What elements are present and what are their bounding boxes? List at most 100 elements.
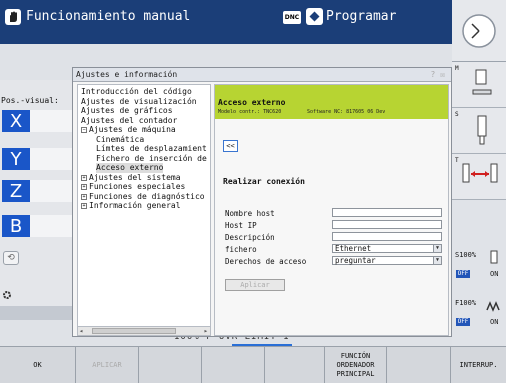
axis-y-value: [30, 148, 72, 170]
tree-item[interactable]: Introducción del código: [81, 87, 192, 97]
tree-horizontal-scrollbar[interactable]: ◂ ▸: [77, 326, 211, 336]
spindle-small-icon: [490, 250, 498, 264]
access-rights-select[interactable]: preguntar ▼: [332, 256, 442, 265]
tool-change-icon: [462, 163, 498, 183]
tree-item[interactable]: Ajustes de visualización: [81, 97, 197, 107]
axis-b-tile[interactable]: B: [2, 215, 30, 237]
dnc-icon[interactable]: DNC: [283, 11, 301, 24]
spindle-override-value: S100%: [455, 251, 477, 259]
file-select[interactable]: Ethernet ▼: [332, 244, 442, 253]
apply-button[interactable]: Aplicar: [225, 279, 285, 291]
tree-item[interactable]: Fichero de inserción de: [96, 154, 207, 164]
dialog-controls[interactable]: ? ☒: [431, 68, 445, 82]
dialog-title-text: Ajustes e información: [76, 70, 178, 79]
file-select-value: Ethernet: [335, 244, 372, 253]
softkey-7[interactable]: [387, 347, 451, 383]
expand-icon[interactable]: +: [81, 193, 87, 200]
m-function-tile[interactable]: M: [452, 62, 506, 108]
feed-override-value: F100%: [455, 299, 477, 307]
header-bar: Funcionamiento manual DNC Programar: [0, 0, 452, 44]
chevron-down-icon[interactable]: ▼: [433, 256, 442, 265]
access-rights-value: preguntar: [335, 256, 376, 265]
settings-dialog: Ajustes e información ? ☒ Introducción d…: [72, 67, 452, 337]
tree-item-label: Cinemática: [96, 134, 145, 144]
axis-y-tile[interactable]: Y: [2, 148, 30, 170]
tree-item-label: Ajustes de gráficos: [81, 106, 173, 115]
tree-item-label: Introducción del código: [81, 87, 192, 96]
tree-item[interactable]: Ajustes de gráficos: [81, 106, 173, 116]
tree-item[interactable]: + Ajustes del sistema: [81, 173, 181, 183]
tree-item[interactable]: + Funciones de diagnóstico: [81, 192, 205, 202]
softkey-4[interactable]: [202, 347, 265, 383]
description-input[interactable]: [332, 232, 442, 241]
back-button[interactable]: <<: [223, 140, 238, 152]
app-window: Funcionamiento manual DNC Programar Pos.…: [0, 0, 506, 383]
tree-item[interactable]: + Información general: [81, 201, 181, 211]
feed-wave-icon: [486, 301, 500, 312]
tree-item[interactable]: Ajustes del contador: [81, 116, 177, 126]
softkey-apply[interactable]: APLICAR: [76, 347, 139, 383]
tree-item-label: Límtes de desplazamient: [96, 144, 207, 153]
clock-widget[interactable]: [452, 0, 506, 62]
t-tool-tile[interactable]: T: [452, 154, 506, 200]
spindle-override[interactable]: S100% OFF ON: [452, 248, 506, 284]
hostname-input[interactable]: [332, 208, 442, 217]
softkey-5[interactable]: [265, 347, 325, 383]
file-label: fichero: [225, 245, 257, 254]
tree-item-label: Ajustes de visualización: [81, 96, 197, 106]
tree-item[interactable]: − Ajustes de máquina: [81, 125, 176, 135]
manual-mode-icon[interactable]: [5, 9, 21, 25]
connection-section-title: Realizar conexión: [223, 177, 305, 186]
software-text: Software NC: 817605 06 Dev: [307, 109, 386, 115]
tree-item[interactable]: + Funciones especiales: [81, 182, 185, 192]
tree-item-label: Ajustes de máquina: [89, 125, 176, 134]
spindle-off-badge[interactable]: OFF: [456, 270, 470, 278]
softkey-ok[interactable]: OK: [0, 347, 76, 383]
content-title: Acceso externo: [218, 98, 286, 107]
axis-x-value: [30, 110, 72, 132]
axis-z-tile[interactable]: Z: [2, 180, 30, 202]
scrollbar-thumb[interactable]: [92, 328, 176, 334]
content-panel: Acceso externo Modelo contr.: TNC620 Sof…: [214, 84, 449, 336]
program-icon[interactable]: [306, 8, 323, 25]
tree-item-label: Información general: [89, 201, 181, 210]
tree-item-label: Ajustes del sistema: [89, 172, 181, 182]
expand-icon[interactable]: +: [81, 174, 87, 181]
mode-title[interactable]: Funcionamiento manual: [26, 9, 190, 24]
tree-item[interactable]: Límtes de desplazamient: [96, 144, 207, 154]
expand-icon[interactable]: +: [81, 184, 87, 190]
feed-override[interactable]: F100% OFF ON: [452, 296, 506, 332]
axis-x-tile[interactable]: X: [2, 110, 30, 132]
tree-item-label: Funciones especiales: [89, 182, 186, 191]
access-rights-label: Derechos de acceso: [225, 257, 307, 266]
tree-item[interactable]: Acceso externo: [96, 163, 164, 173]
content-header: Acceso externo Modelo contr.: TNC620 Sof…: [215, 85, 448, 119]
right-status-panel: M S T S100% OFF ON F100% OFF ON: [452, 62, 506, 346]
expand-icon[interactable]: +: [81, 203, 87, 209]
tree-item-label: Acceso externo: [96, 163, 164, 172]
axis-z-value: [30, 180, 72, 202]
collapse-icon[interactable]: −: [81, 127, 87, 133]
scroll-right-icon[interactable]: ▸: [204, 327, 208, 335]
softkey-3[interactable]: [139, 347, 202, 383]
scale-strip: [0, 306, 72, 320]
hostname-label: Nombre host: [225, 209, 275, 218]
tree-item[interactable]: Cinemática: [96, 135, 144, 145]
scroll-left-icon[interactable]: ◂: [79, 327, 83, 335]
softkey-interrupt[interactable]: INTERRUP.: [451, 347, 506, 383]
tree-item-label: Funciones de diagnóstico: [89, 191, 205, 201]
softkey-bar: OK APLICAR FUNCIÓN ORDENADOR PRINCIPAL I…: [0, 346, 506, 383]
chevron-down-icon[interactable]: ▼: [433, 244, 442, 253]
feed-on-label[interactable]: ON: [490, 318, 498, 326]
softkey-host-computer[interactable]: FUNCIÓN ORDENADOR PRINCIPAL: [325, 347, 387, 383]
t-tool-label: T: [455, 157, 459, 164]
settings-tree: Introducción del código Ajustes de visual…: [77, 84, 211, 327]
host-ip-input[interactable]: [332, 220, 442, 229]
m-function-label: M: [455, 65, 459, 72]
refresh-button[interactable]: ⟲: [3, 251, 19, 265]
feed-off-badge[interactable]: OFF: [456, 318, 470, 326]
spindle-on-label[interactable]: ON: [490, 270, 498, 278]
program-mode-title[interactable]: Programar: [326, 9, 396, 24]
spindle-icon: [477, 115, 487, 145]
s-spindle-tile[interactable]: S: [452, 108, 506, 154]
